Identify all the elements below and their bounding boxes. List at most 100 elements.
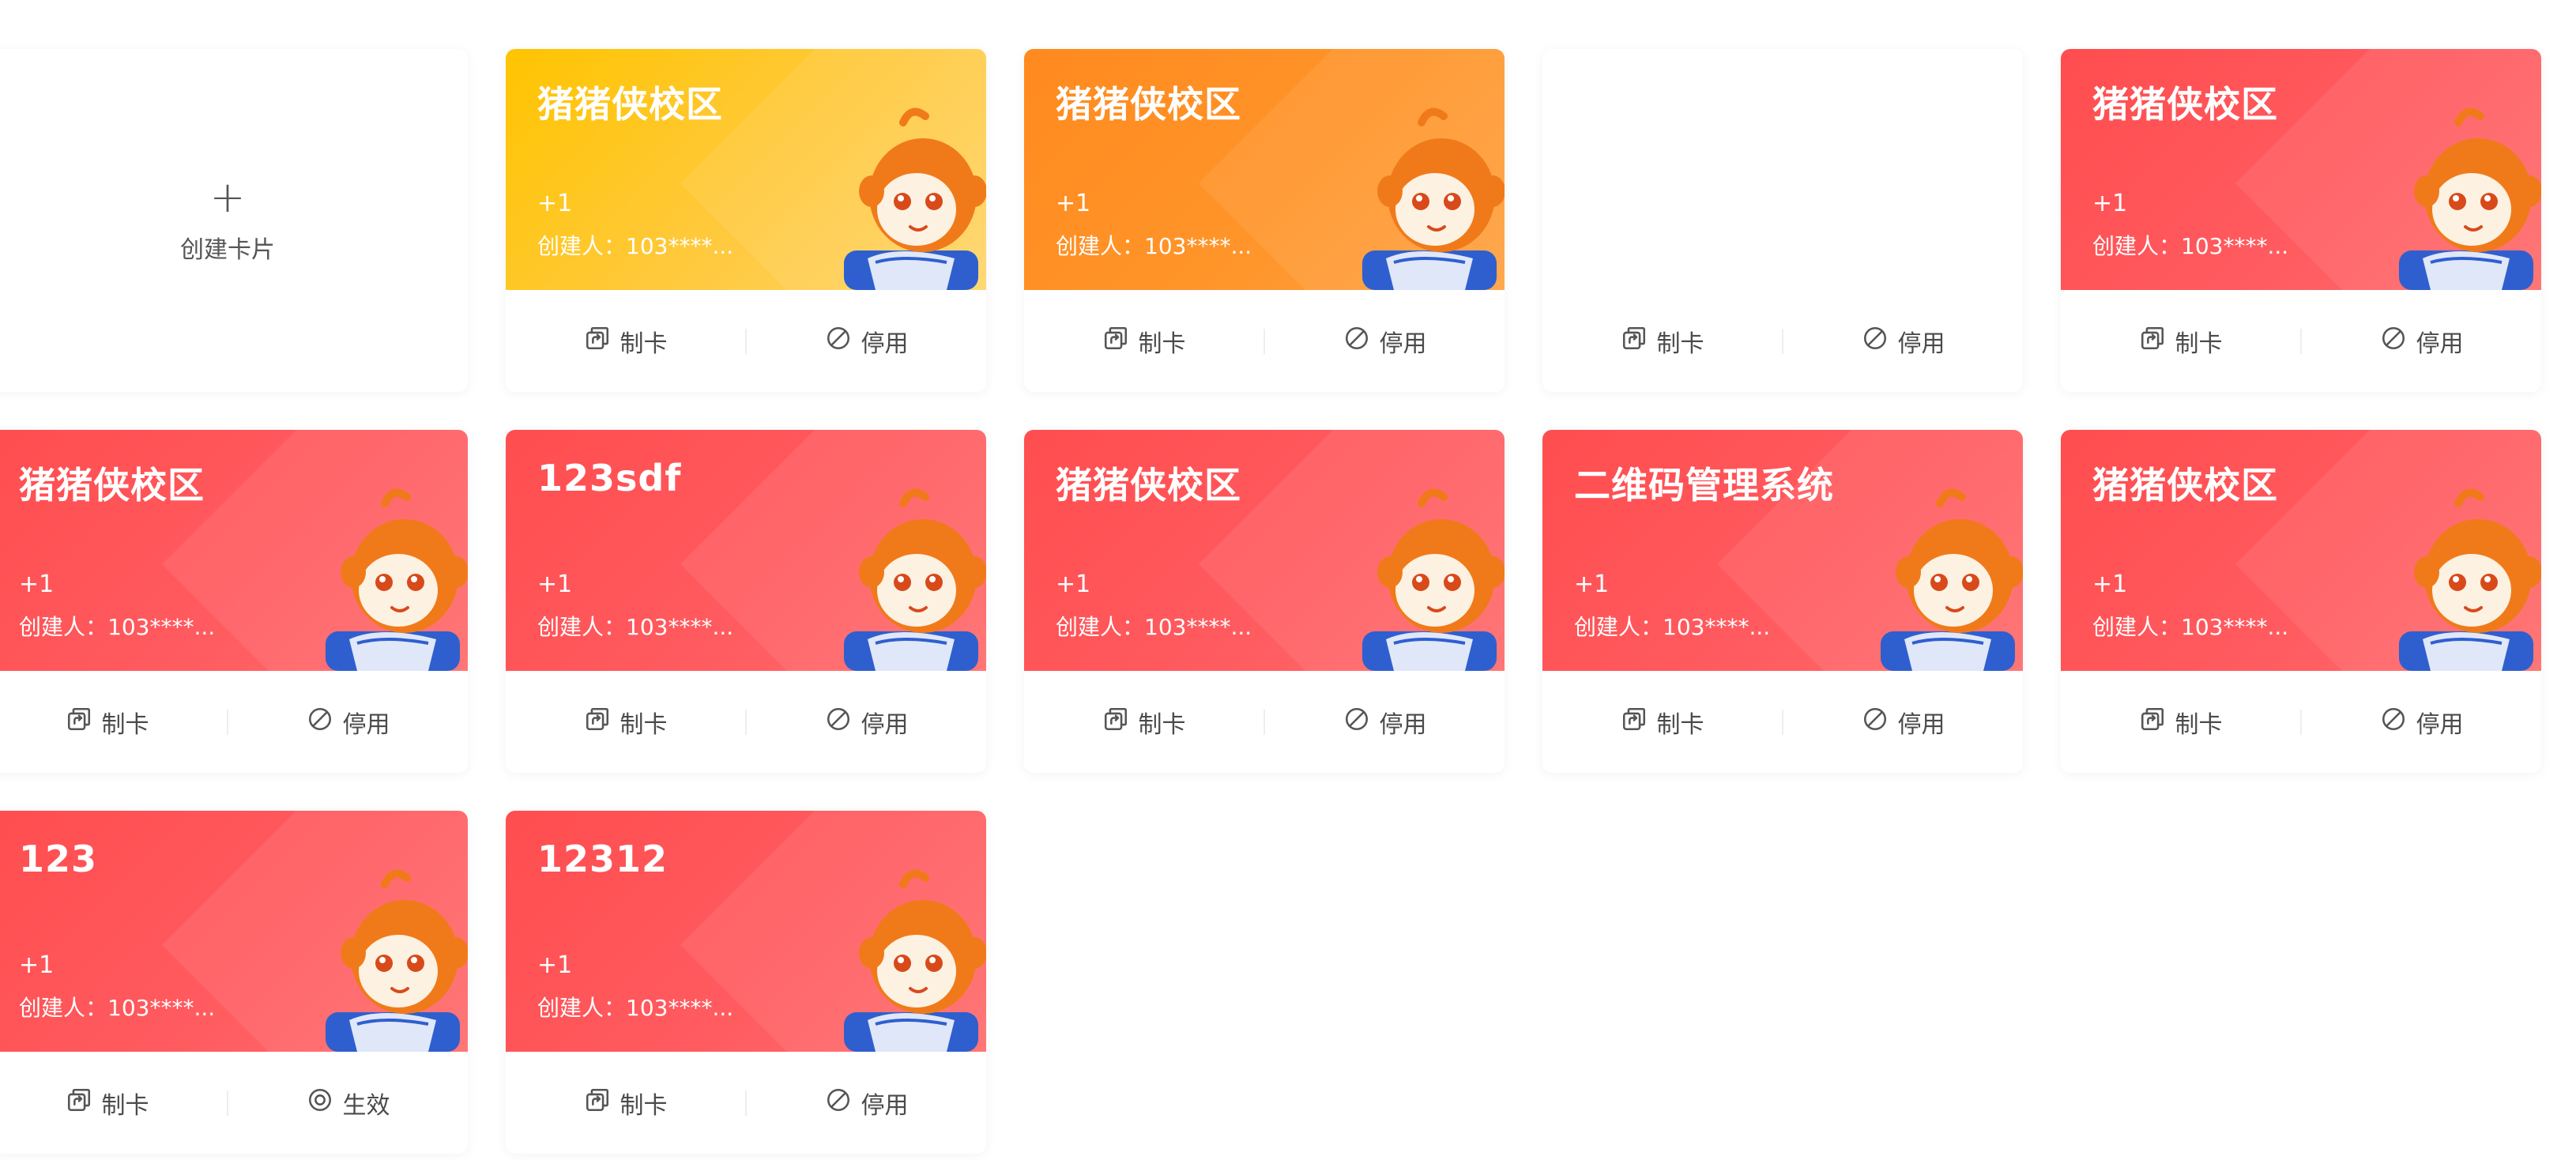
disable-button[interactable]: 停用: [1783, 705, 2023, 740]
disable-button[interactable]: 停用: [2302, 324, 2541, 359]
card-item[interactable]: 12312 +1 创建人：103****... 制卡 停用: [506, 811, 986, 1154]
make-card-button[interactable]: 制卡: [1024, 324, 1264, 359]
card-item[interactable]: 猪猪侠校区 +1 创建人：103****... 制卡 停用: [2061, 430, 2541, 773]
copy-arrow-icon: [2139, 706, 2166, 739]
make-card-label: 制卡: [620, 330, 668, 358]
card-item[interactable]: 二维码管理系统 +1 创建人：103****... 制卡 停用: [1542, 430, 2023, 773]
create-card-tile[interactable]: + 创建卡片: [0, 49, 468, 392]
card-cover[interactable]: 12312 +1 创建人：103****...: [506, 811, 986, 1052]
target-icon: [307, 1087, 333, 1120]
copy-arrow-icon: [584, 1087, 611, 1120]
status-action-label: 停用: [861, 1091, 909, 1120]
make-card-button[interactable]: 制卡: [1542, 705, 1782, 740]
card-creator: 创建人：103****...: [1056, 233, 1252, 259]
mascot-illustration: [844, 869, 986, 1052]
copy-arrow-icon: [2139, 325, 2166, 358]
card-creator: 创建人：103****...: [2092, 614, 2289, 640]
card-creator: 创建人：103****...: [537, 614, 734, 640]
status-action-label: 停用: [861, 710, 909, 739]
card-count: +1: [537, 190, 573, 217]
card-creator: 创建人：103****...: [537, 995, 734, 1021]
copy-arrow-icon: [584, 325, 611, 358]
card-cover[interactable]: 猪猪侠校区 +1 创建人：103****...: [2061, 49, 2541, 290]
ban-icon: [1862, 706, 1889, 739]
card-cover[interactable]: 123sdf +1 创建人：103****...: [506, 430, 986, 671]
make-card-button[interactable]: 制卡: [506, 324, 745, 359]
copy-arrow-icon: [1102, 706, 1129, 739]
card-title: 二维码管理系统: [1574, 464, 1834, 507]
card-actions: 制卡 停用: [2061, 290, 2541, 392]
card-cover[interactable]: 123 +1 创建人：103****...: [0, 811, 468, 1052]
card-actions: 制卡 停用: [506, 1052, 986, 1154]
card-actions: 制卡 生效: [0, 1052, 468, 1154]
card-count: +1: [1056, 190, 1091, 217]
make-card-label: 制卡: [101, 710, 149, 739]
make-card-button[interactable]: 制卡: [506, 705, 745, 740]
card-count: +1: [1056, 571, 1091, 598]
card-grid: + 创建卡片 猪猪侠校区 +1 创建人：103****... 制卡 停用 猪猪侠校区 +1 创…: [0, 49, 2541, 1154]
card-cover[interactable]: 猪猪侠校区 +1 创建人：103****...: [506, 49, 986, 290]
card-item[interactable]: 猪猪侠校区 +1 创建人：103****... 制卡 停用: [1024, 430, 1505, 773]
make-card-button[interactable]: 制卡: [1542, 324, 1782, 359]
copy-arrow-icon: [66, 706, 92, 739]
card-item[interactable]: 猪猪侠校区 +1 创建人：103****... 制卡 停用: [2061, 49, 2541, 392]
make-card-button[interactable]: 制卡: [506, 1086, 745, 1120]
disable-button[interactable]: 停用: [2302, 705, 2541, 740]
disable-button[interactable]: 停用: [747, 705, 986, 740]
make-card-button[interactable]: 制卡: [1024, 705, 1264, 740]
card-cover[interactable]: 二维码管理系统 +1 创建人：103****...: [1542, 430, 2023, 671]
disable-button[interactable]: 停用: [1783, 324, 2023, 359]
make-card-button[interactable]: 制卡: [2061, 324, 2300, 359]
card-title: 12312: [537, 838, 668, 880]
ban-icon: [1343, 325, 1370, 358]
ban-icon: [1343, 706, 1370, 739]
status-action-label: 停用: [1379, 710, 1427, 739]
card-cover[interactable]: 猪猪侠校区 +1 创建人：103****...: [1024, 430, 1505, 671]
card-creator: 创建人：103****...: [19, 995, 216, 1021]
make-card-button[interactable]: 制卡: [2061, 705, 2300, 740]
card-item[interactable]: 猪猪侠校区 +1 创建人：103****... 制卡 停用: [506, 49, 986, 392]
disable-button[interactable]: 停用: [228, 705, 468, 740]
card-title: 123sdf: [537, 457, 682, 499]
card-actions: 制卡 停用: [1024, 671, 1505, 773]
status-action-label: 停用: [342, 710, 390, 739]
disable-button[interactable]: 停用: [747, 1086, 986, 1120]
card-creator: 创建人：103****...: [1056, 614, 1252, 640]
card-item[interactable]: 123 +1 创建人：103****... 制卡 生效: [0, 811, 468, 1154]
card-cover[interactable]: 猪猪侠校区 +1 创建人：103****...: [0, 430, 468, 671]
card-count: +1: [1574, 571, 1610, 598]
make-card-button[interactable]: 制卡: [0, 705, 227, 740]
card-item[interactable]: 猪猪侠校区 +1 创建人：103****... 制卡 停用: [0, 430, 468, 773]
card-actions: 制卡 停用: [1542, 290, 2023, 392]
card-item[interactable]: 123sdf +1 创建人：103****... 制卡 停用: [506, 430, 986, 773]
disable-button[interactable]: 停用: [1265, 324, 1505, 359]
make-card-button[interactable]: 制卡: [0, 1086, 227, 1120]
card-item[interactable]: 制卡 停用: [1542, 49, 2023, 392]
card-creator: 创建人：103****...: [537, 233, 734, 259]
card-title: 猪猪侠校区: [1056, 464, 1241, 507]
make-card-label: 制卡: [2175, 330, 2223, 358]
copy-arrow-icon: [1621, 706, 1648, 739]
card-actions: 制卡 停用: [1542, 671, 2023, 773]
card-cover[interactable]: 猪猪侠校区 +1 创建人：103****...: [2061, 430, 2541, 671]
status-action-label: 停用: [2416, 710, 2464, 739]
card-item[interactable]: 猪猪侠校区 +1 创建人：103****... 制卡 停用: [1024, 49, 1505, 392]
mascot-illustration: [2399, 107, 2541, 290]
ban-icon: [307, 706, 333, 739]
card-cover[interactable]: 猪猪侠校区 +1 创建人：103****...: [1024, 49, 1505, 290]
copy-arrow-icon: [584, 706, 611, 739]
mascot-illustration: [1881, 488, 2023, 671]
card-actions: 制卡 停用: [1024, 290, 1505, 392]
mascot-illustration: [1362, 488, 1505, 671]
status-action-label: 停用: [1897, 330, 1945, 358]
copy-arrow-icon: [1102, 325, 1129, 358]
status-action-label: 停用: [1379, 330, 1427, 358]
disable-button[interactable]: 停用: [1265, 705, 1505, 740]
card-actions: 制卡 停用: [506, 671, 986, 773]
plus-icon: +: [209, 172, 246, 222]
card-cover[interactable]: [1542, 49, 2023, 290]
ban-icon: [825, 1087, 852, 1120]
enable-button[interactable]: 生效: [228, 1086, 468, 1120]
disable-button[interactable]: 停用: [747, 324, 986, 359]
card-title: 猪猪侠校区: [2092, 83, 2278, 126]
